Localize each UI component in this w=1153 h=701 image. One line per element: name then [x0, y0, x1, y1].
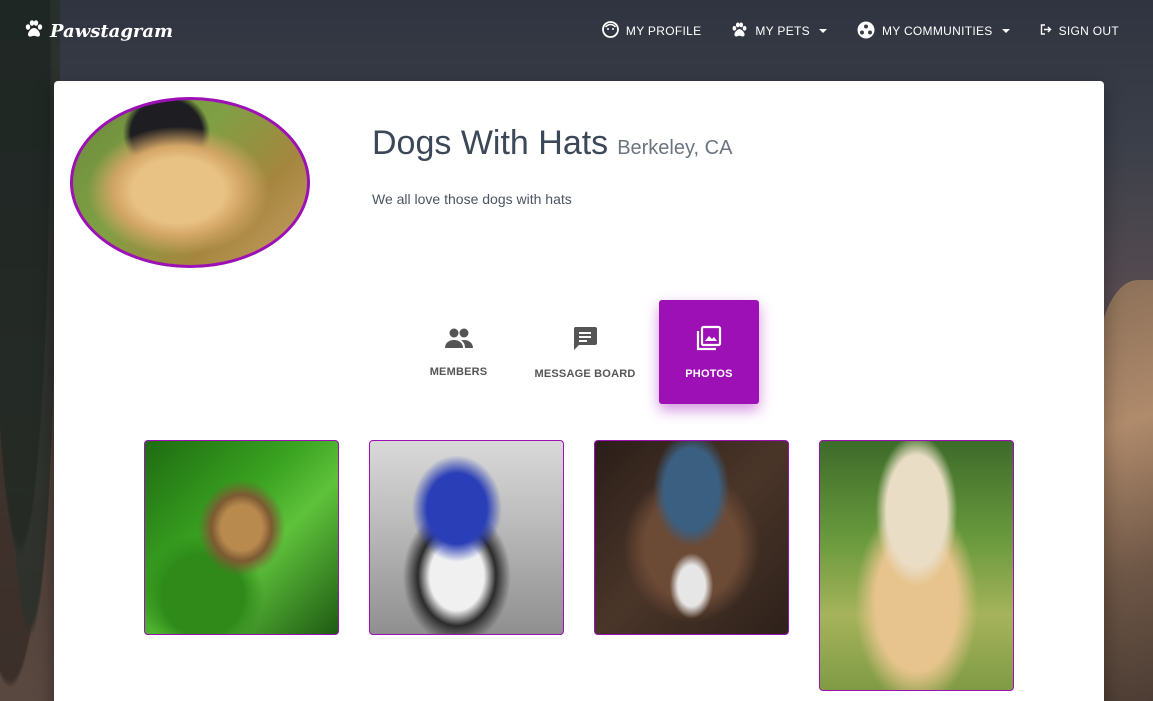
community-title: Dogs With Hats [372, 124, 609, 162]
community-tabs: MEMBERS MESSAGE BOARD PHOTOS [406, 300, 759, 404]
navbar: Pawstagram MY PROFILE MY PETS MY COMMUNI… [0, 0, 1153, 62]
tab-message-board[interactable]: MESSAGE BOARD [525, 300, 645, 404]
paw-icon [24, 19, 44, 43]
nav-links: MY PROFILE MY PETS MY COMMUNITIES SIGN O… [587, 21, 1129, 42]
tab-members-label: MEMBERS [429, 365, 488, 378]
chevron-down-icon [1001, 29, 1010, 33]
background-rock [1098, 280, 1153, 701]
community-card: Dogs With Hats Berkeley, CA We all love … [54, 81, 1104, 701]
community-description: We all love those dogs with hats [372, 191, 572, 207]
tab-photos[interactable]: PHOTOS [659, 300, 759, 404]
members-icon [444, 327, 474, 352]
nav-my-pets[interactable]: MY PETS [716, 22, 842, 41]
photos-icon [696, 325, 722, 354]
photo-thumbnail[interactable] [819, 440, 1014, 691]
face-icon [602, 21, 619, 41]
photo-thumbnail[interactable] [594, 440, 789, 635]
sign-out-icon [1040, 24, 1052, 38]
tab-photos-label: PHOTOS [685, 367, 733, 380]
paw-icon [731, 22, 748, 41]
nav-my-profile[interactable]: MY PROFILE [587, 21, 716, 41]
brand-name: Pawstagram [50, 20, 174, 42]
nav-my-communities-label: MY COMMUNITIES [881, 24, 993, 38]
nav-my-pets-label: MY PETS [755, 24, 810, 38]
community-icon [857, 21, 875, 42]
nav-sign-out[interactable]: SIGN OUT [1025, 24, 1129, 38]
nav-my-communities[interactable]: MY COMMUNITIES [842, 21, 1025, 42]
photo-thumbnail[interactable] [369, 440, 564, 635]
message-icon [572, 325, 598, 354]
community-location: Berkeley, CA [617, 137, 733, 159]
community-avatar [70, 97, 310, 268]
nav-sign-out-label: SIGN OUT [1058, 24, 1119, 38]
community-header: Dogs With Hats Berkeley, CA [372, 124, 732, 163]
photo-thumbnail[interactable] [144, 440, 339, 635]
background-tree [0, 0, 60, 701]
nav-my-profile-label: MY PROFILE [625, 24, 702, 38]
chevron-down-icon [818, 29, 827, 33]
brand-logo[interactable]: Pawstagram [24, 19, 174, 43]
tab-message-board-label: MESSAGE BOARD [534, 367, 636, 380]
tab-members[interactable]: MEMBERS [406, 300, 511, 404]
